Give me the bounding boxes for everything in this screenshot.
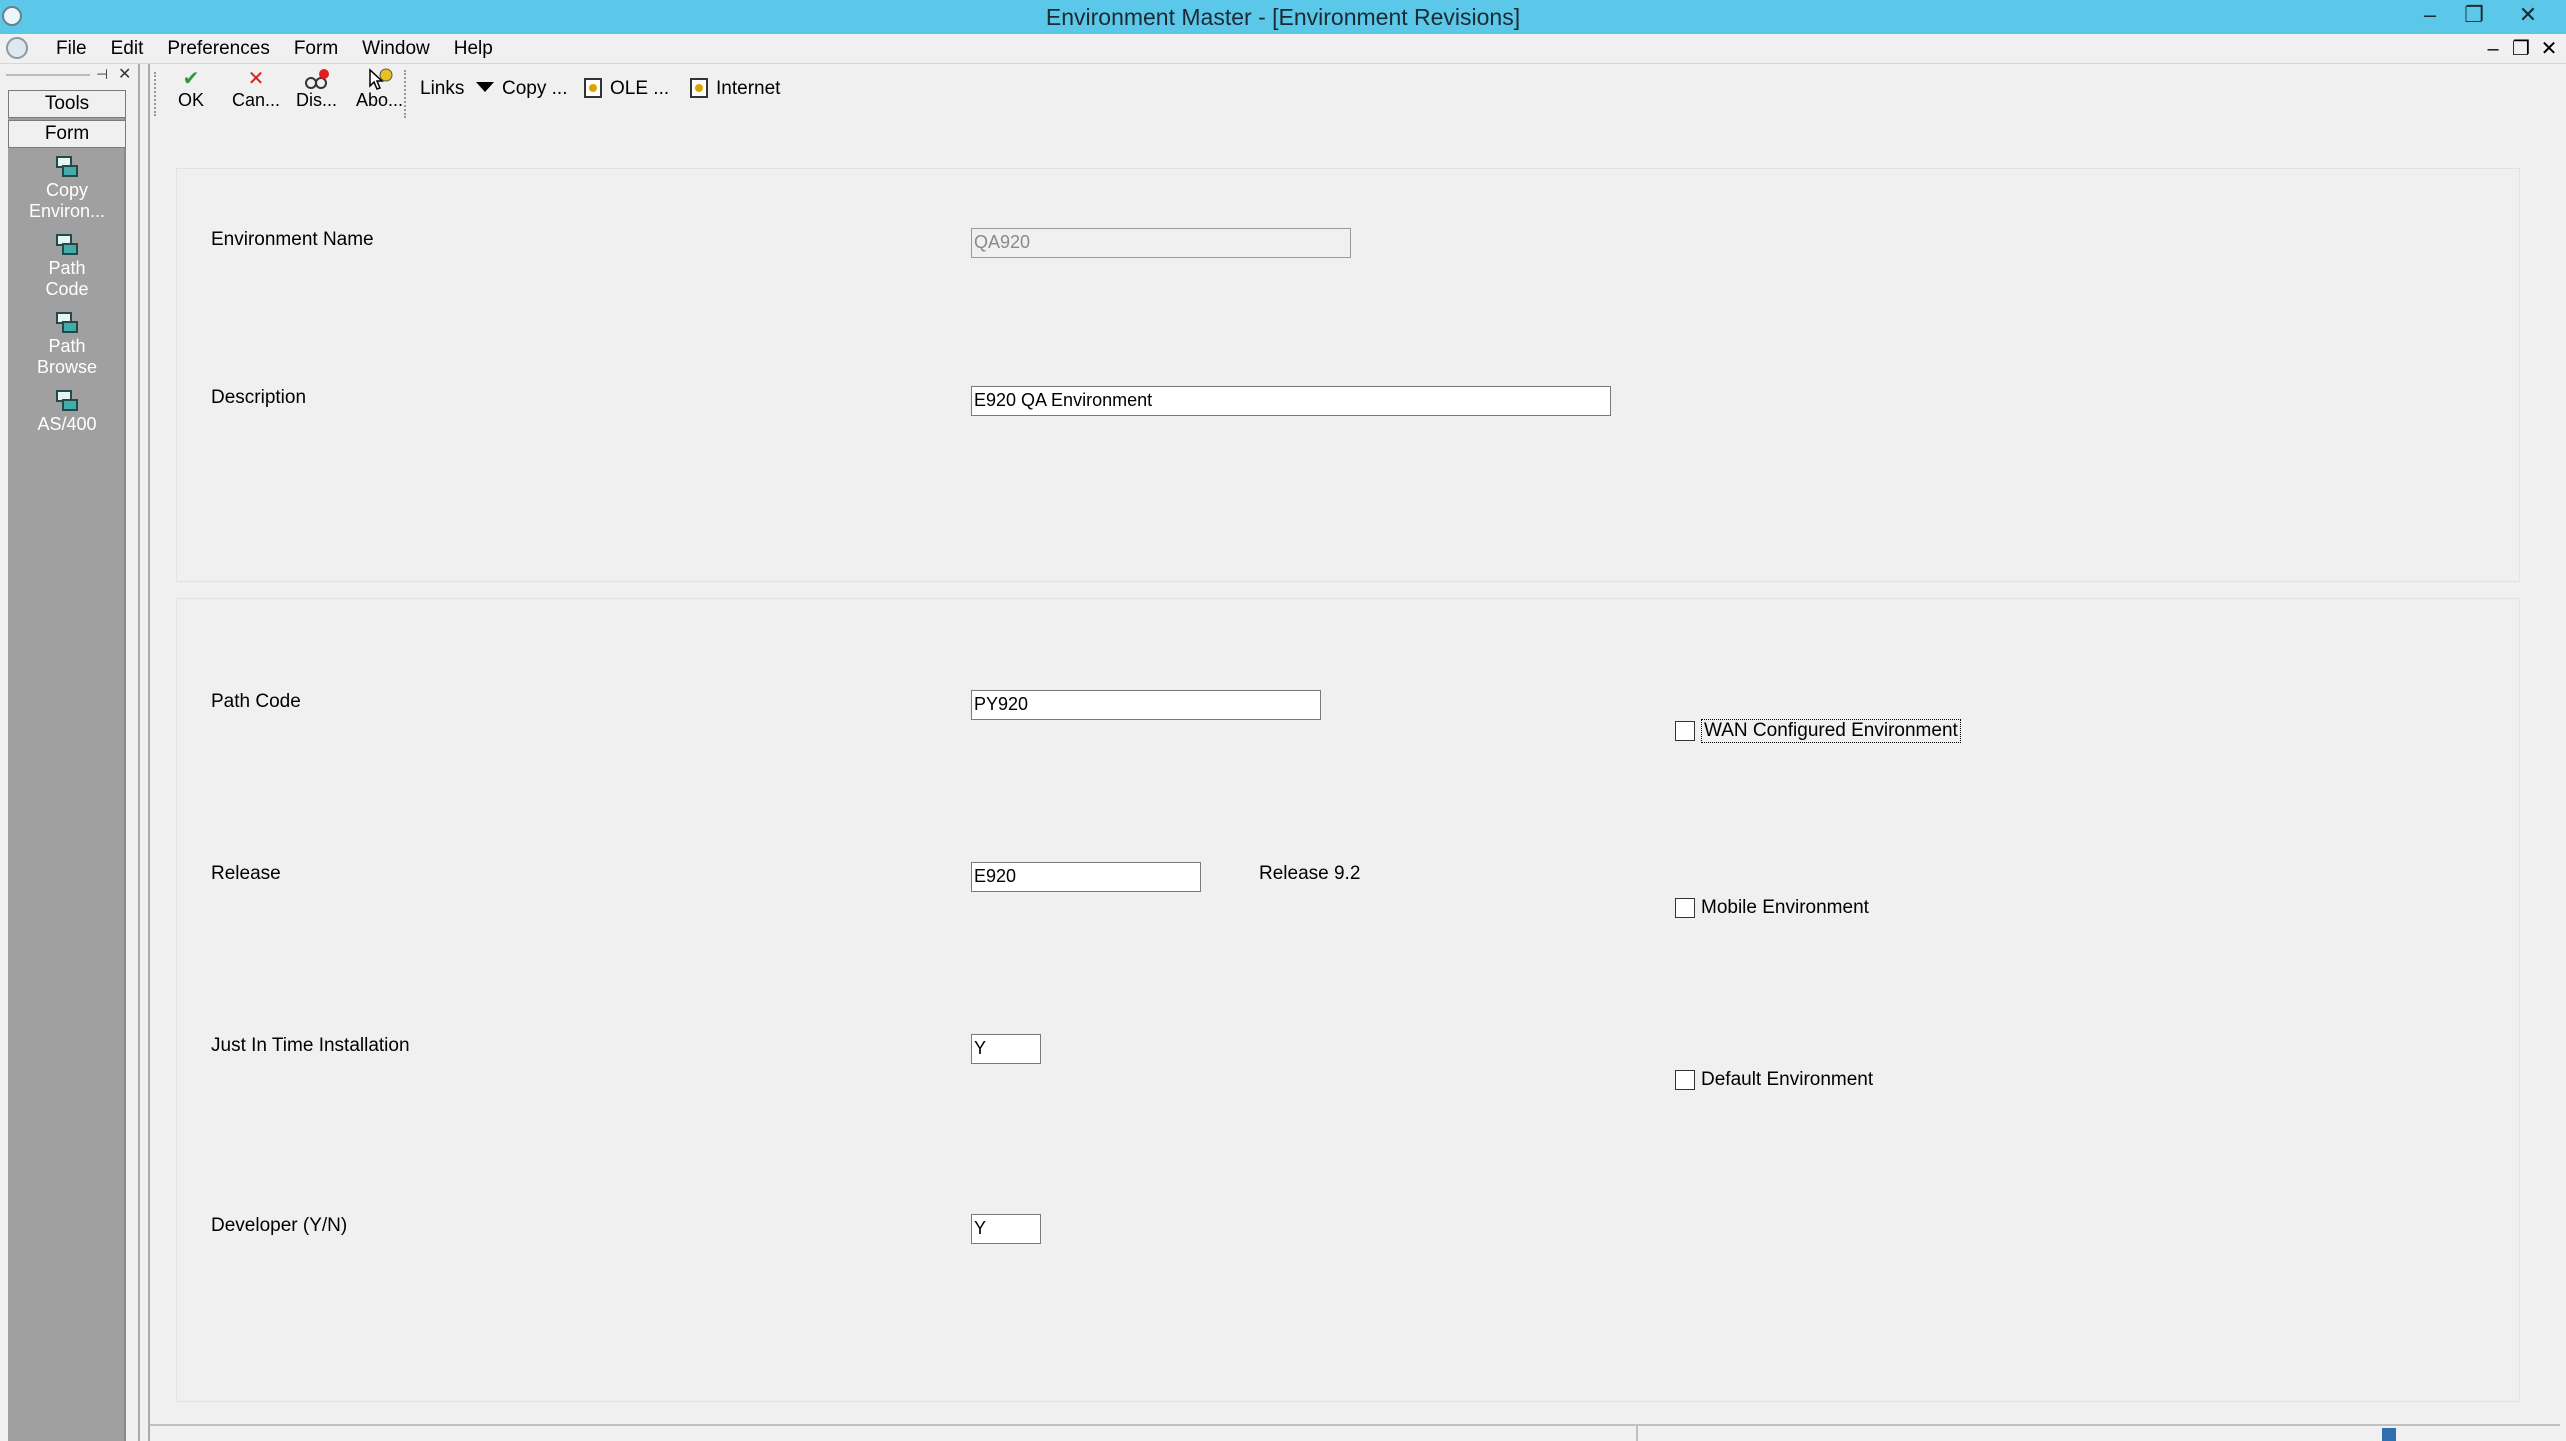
cancel-button[interactable]: ✕ Can... — [232, 68, 280, 111]
restore-button[interactable]: ❐ — [2452, 0, 2496, 30]
release-label: Release — [211, 863, 281, 884]
wan-configured-label: WAN Configured Environment — [1701, 719, 1961, 743]
path-code-field[interactable]: PY920 — [971, 690, 1321, 720]
pin-icon[interactable]: ⊣ — [96, 66, 108, 83]
form-exit-bar: Tools Form Copy Environ... Path Code Pat… — [8, 90, 126, 1441]
exit-as400[interactable]: AS/400 — [8, 384, 126, 435]
child-minimize-button[interactable]: – — [2480, 36, 2506, 62]
links-dropdown[interactable]: Links — [420, 78, 495, 100]
internet-button[interactable]: Internet — [690, 78, 780, 100]
about-button[interactable]: Abo... — [356, 68, 403, 111]
cancel-x-icon: ✕ — [247, 68, 265, 90]
default-environment-checkbox[interactable] — [1675, 1070, 1695, 1090]
environment-name-field: QA920 — [971, 228, 1351, 258]
close-button[interactable]: ✕ — [2506, 0, 2550, 30]
ole-label: OLE ... — [610, 78, 670, 99]
display-errors-button[interactable]: Dis... — [296, 68, 337, 111]
display-label: Dis... — [296, 90, 338, 110]
internet-document-icon — [690, 78, 708, 98]
sidebar-grip[interactable]: ⊣ ✕ — [6, 66, 131, 83]
path-code-label: Path Code — [211, 691, 301, 712]
checkmark-icon: ✔ — [182, 68, 200, 90]
exit-path-code[interactable]: Path Code — [8, 228, 126, 300]
child-restore-button[interactable]: ❐ — [2508, 36, 2534, 62]
menu-window[interactable]: Window — [350, 38, 442, 60]
jit-installation-label: Just In Time Installation — [211, 1035, 410, 1056]
exit-label-line1: Path — [48, 336, 86, 356]
status-divider — [1636, 1426, 1638, 1441]
minimize-button[interactable]: – — [2408, 0, 2452, 30]
release-field[interactable]: E920 — [971, 862, 1201, 892]
window-title: Environment Master - [Environment Revisi… — [1045, 4, 1521, 30]
menu-edit[interactable]: Edit — [99, 38, 156, 60]
developer-field[interactable]: Y — [971, 1214, 1041, 1244]
exit-icon — [54, 390, 80, 412]
exit-icon — [54, 234, 80, 256]
menu-preferences[interactable]: Preferences — [155, 38, 281, 60]
default-environment-label: Default Environment — [1701, 1069, 1874, 1090]
sidebar-grip-line — [6, 74, 90, 76]
status-bar — [150, 1424, 2560, 1441]
exit-icon — [54, 312, 80, 334]
mobile-environment-checkbox-row[interactable]: Mobile Environment — [1675, 897, 1869, 919]
ok-label: OK — [178, 90, 205, 110]
chevron-down-icon — [476, 82, 495, 92]
environment-header-panel: Environment Name QA920 Description E920 … — [176, 168, 2520, 582]
status-icon — [2382, 1428, 2396, 1441]
child-close-button[interactable]: ✕ — [2536, 36, 2562, 62]
menu-form[interactable]: Form — [282, 38, 350, 60]
exit-copy-environment[interactable]: Copy Environ... — [8, 150, 126, 222]
mobile-environment-checkbox[interactable] — [1675, 898, 1695, 918]
exit-path-browse[interactable]: Path Browse — [8, 306, 126, 378]
tab-form[interactable]: Form — [8, 120, 126, 148]
exit-icon — [54, 156, 80, 178]
mobile-environment-label: Mobile Environment — [1701, 897, 1869, 918]
exit-label-line2: Code — [45, 279, 89, 299]
cancel-label: Can... — [232, 90, 281, 110]
environment-details-panel: Path Code PY920 WAN Configured Environme… — [176, 598, 2520, 1402]
tab-tools[interactable]: Tools — [8, 90, 126, 118]
exit-label-line1: Copy — [45, 180, 89, 200]
toolbar-grip[interactable] — [154, 72, 158, 116]
environment-name-label: Environment Name — [211, 229, 374, 250]
description-field[interactable]: E920 QA Environment — [971, 386, 1611, 416]
copy-button[interactable]: Copy ... — [502, 78, 567, 100]
release-description: Release 9.2 — [1259, 863, 1361, 884]
toolbar: ✔ OK ✕ Can... Dis... Abo... Links Copy .… — [150, 64, 2560, 120]
system-menu-icon[interactable] — [6, 37, 28, 59]
binoculars-icon — [296, 68, 337, 90]
sidebar-splitter[interactable] — [138, 64, 150, 1441]
wan-configured-checkbox-row[interactable]: WAN Configured Environment — [1675, 719, 1961, 743]
exit-label-line2: Browse — [36, 357, 98, 377]
default-environment-checkbox-row[interactable]: Default Environment — [1675, 1069, 1873, 1091]
links-label: Links — [420, 78, 465, 99]
wan-configured-checkbox[interactable] — [1675, 721, 1695, 741]
ok-button[interactable]: ✔ OK — [178, 68, 204, 111]
jit-installation-field[interactable]: Y — [971, 1034, 1041, 1064]
exit-label-line1: AS/400 — [37, 414, 97, 434]
ole-button[interactable]: OLE ... — [584, 78, 669, 100]
ole-document-icon — [584, 78, 602, 98]
about-pointer-icon — [356, 68, 403, 90]
description-label: Description — [211, 387, 307, 408]
developer-label: Developer (Y/N) — [211, 1215, 348, 1236]
about-label: Abo... — [356, 90, 404, 110]
toolbar-separator — [404, 70, 406, 118]
menu-file[interactable]: File — [44, 38, 99, 60]
exit-label-line2: Environ... — [28, 201, 106, 221]
menu-bar: File Edit Preferences Form Window Help –… — [0, 34, 2566, 64]
exit-label-line1: Path — [48, 258, 86, 278]
menu-help[interactable]: Help — [442, 38, 505, 60]
sidebar-frame: ⊣ ✕ Tools Form Copy Environ... Path Code… — [0, 64, 150, 1441]
title-bar: Environment Master - [Environment Revisi… — [0, 0, 2566, 34]
internet-label: Internet — [716, 78, 781, 99]
sidebar-close-icon[interactable]: ✕ — [118, 64, 131, 84]
